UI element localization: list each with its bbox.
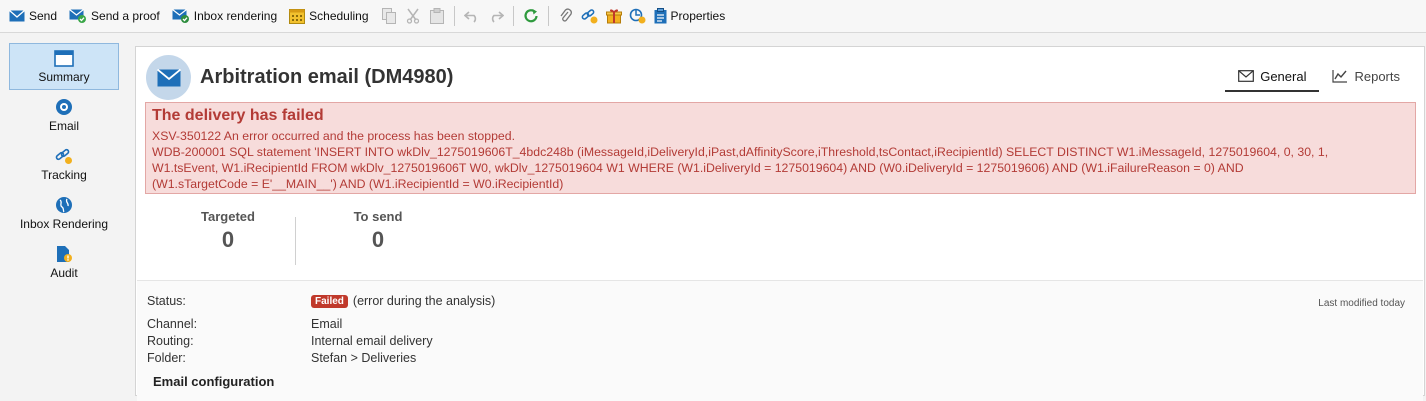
folder-row: Folder: Stefan > Deliveries (147, 351, 416, 365)
error-alert: The delivery has failed XSV-350122 An er… (145, 102, 1416, 194)
routing-label: Routing: (147, 334, 194, 348)
nav-item-email[interactable]: Email (9, 92, 119, 139)
properties-label: Properties (670, 9, 726, 23)
calendar-icon (289, 9, 306, 24)
channel-label: Channel: (147, 317, 198, 331)
page-title: Arbitration email (DM4980) (200, 66, 454, 88)
channel-value: Email (311, 317, 343, 331)
error-line: W1.tsEvent, W1.iRecipientId FROM wkDlv_1… (152, 161, 1244, 175)
stat-targeted: Targeted 0 (168, 209, 288, 253)
nav-item-inbox-rendering[interactable]: Inbox Rendering (9, 190, 119, 237)
scheduling-button[interactable]: Scheduling (286, 5, 371, 27)
nav-label-audit: Audit (50, 266, 78, 280)
tab-general-label: General (1260, 68, 1307, 84)
scheduling-label: Scheduling (309, 9, 369, 23)
channel-row: Channel: Email (147, 317, 342, 331)
stat-targeted-label: Targeted (201, 209, 255, 224)
send-proof-button[interactable]: Send a proof (66, 5, 163, 27)
globe-icon (56, 197, 72, 213)
redo-button[interactable] (485, 5, 507, 27)
error-line: (W1.sTargetCode = E'__MAIN__') AND (W1.i… (152, 177, 564, 191)
send-proof-label: Send a proof (91, 9, 160, 23)
nav-label-tracking: Tracking (41, 168, 87, 182)
link-icon (581, 9, 598, 24)
summary-icon (54, 49, 74, 67)
gift-icon (605, 9, 622, 24)
paste-icon (429, 8, 444, 24)
status-badge: Failed (311, 295, 348, 308)
routing-row: Routing: Internal email delivery (147, 334, 433, 348)
tab-general[interactable]: General (1225, 62, 1320, 92)
refresh-icon (523, 9, 538, 23)
stat-to-send-value: 0 (371, 227, 385, 252)
copy-button[interactable] (378, 5, 400, 27)
attachment-button[interactable] (555, 5, 577, 27)
properties-button[interactable]: Properties (651, 5, 729, 27)
offer-button[interactable] (603, 5, 625, 27)
paste-button[interactable] (426, 5, 448, 27)
proof-icon (69, 9, 87, 23)
copy-icon (381, 8, 396, 24)
tracking-button[interactable] (627, 5, 649, 27)
folder-label: Folder: (147, 351, 186, 365)
link-button[interactable] (579, 5, 601, 27)
clipboard-icon (654, 8, 667, 24)
folder-value[interactable]: Stefan > Deliveries (311, 351, 416, 365)
delivery-details: Status: Failed (error during the analysis)… (137, 280, 1423, 401)
toolbar: Send Send a proof Inbox rendering Schedu… (0, 0, 1426, 33)
email-nav-icon (56, 99, 72, 115)
nav-label-inbox-rendering: Inbox Rendering (19, 217, 109, 231)
stat-to-send: To send 0 (318, 209, 438, 253)
error-title: The delivery has failed (152, 107, 324, 124)
toolbar-separator (453, 6, 455, 26)
redo-icon (491, 11, 504, 23)
audit-icon (57, 246, 72, 262)
toolbar-separator (512, 6, 514, 26)
stat-targeted-value: 0 (221, 227, 235, 252)
delivery-stats: Targeted 0 To send 0 (145, 203, 1416, 280)
send-button[interactable]: Send (6, 5, 60, 27)
delivery-icon (146, 55, 191, 100)
side-nav: Summary Email Tracking Inbox Rendering A… (9, 43, 119, 288)
status-text: (error during the analysis) (352, 294, 496, 308)
undo-icon (463, 11, 476, 23)
refresh-button[interactable] (520, 5, 542, 27)
send-label: Send (29, 9, 58, 23)
nav-item-summary[interactable]: Summary (9, 43, 119, 90)
tracking-icon (629, 8, 646, 24)
tab-reports[interactable]: Reports (1319, 62, 1413, 90)
nav-item-tracking[interactable]: Tracking (9, 141, 119, 188)
main-panel: Arbitration email (DM4980) General Repor… (135, 46, 1425, 401)
envelope-icon (156, 68, 181, 86)
error-line: XSV-350122 An error occurred and the pro… (152, 129, 515, 143)
line-chart-icon (1332, 70, 1348, 83)
routing-value: Internal email delivery (311, 334, 433, 348)
attachment-icon (560, 8, 572, 22)
inbox-rendering-label: Inbox rendering (193, 9, 278, 23)
last-modified: Last modified today (1318, 298, 1405, 309)
envelope-outline-icon (1238, 70, 1255, 82)
status-label: Status: (147, 294, 186, 308)
inbox-rendering-button[interactable]: Inbox rendering (169, 5, 280, 27)
nav-item-audit[interactable]: Audit (9, 239, 119, 286)
tracking-nav-icon (55, 148, 72, 164)
nav-label-summary: Summary (38, 69, 90, 84)
inbox-icon (171, 9, 189, 23)
stat-divider (295, 217, 296, 265)
email-config-heading: Email configuration (153, 374, 275, 389)
tab-reports-label: Reports (1354, 68, 1400, 84)
cut-icon (406, 8, 419, 24)
error-line: WDB-200001 SQL statement 'INSERT INTO wk… (152, 145, 1329, 159)
undo-button[interactable] (461, 5, 483, 27)
status-row: Status: Failed (error during the analysis) (147, 294, 495, 308)
nav-label-email: Email (48, 119, 79, 133)
cut-button[interactable] (402, 5, 424, 27)
toolbar-separator (547, 6, 549, 26)
envelope-icon (9, 10, 25, 22)
view-tabs: General Reports (1225, 62, 1413, 92)
stat-to-send-label: To send (353, 209, 403, 224)
